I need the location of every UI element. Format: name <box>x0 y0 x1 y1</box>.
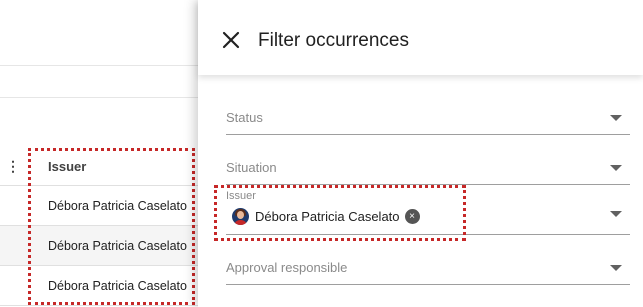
issuer-chip[interactable]: Débora Patricia Caselato × <box>229 205 425 227</box>
column-menu-icon[interactable]: ⋮ <box>6 157 20 175</box>
status-select[interactable]: Status <box>226 95 630 135</box>
issuer-cell: Débora Patricia Caselato <box>48 198 187 213</box>
situation-select[interactable]: Situation <box>226 145 630 185</box>
chip-remove-icon[interactable]: × <box>404 208 420 224</box>
dropdown-arrow-icon <box>610 164 622 171</box>
approval-responsible-select[interactable]: Approval responsible <box>226 245 630 285</box>
issuer-select[interactable]: Issuer Débora Patricia Caselato × <box>226 185 630 235</box>
issuer-cell: Débora Patricia Caselato <box>48 278 187 293</box>
situation-placeholder: Situation <box>226 160 277 175</box>
issuer-column-header[interactable]: Issuer <box>48 147 198 185</box>
issuer-cell: Débora Patricia Caselato <box>48 238 187 253</box>
issuer-chip-label: Débora Patricia Caselato <box>255 208 400 224</box>
avatar <box>232 207 249 225</box>
dropdown-arrow-icon <box>610 211 622 217</box>
close-button[interactable] <box>220 29 242 51</box>
close-icon <box>222 31 240 49</box>
drawer-header: Filter occurrences <box>198 0 643 75</box>
filter-drawer: Filter occurrences Status Situation Issu… <box>198 0 643 307</box>
approval-placeholder: Approval responsible <box>226 260 348 275</box>
issuer-field-label: Issuer <box>226 190 256 202</box>
drawer-title: Filter occurrences <box>258 30 409 51</box>
dropdown-arrow-icon <box>610 264 622 271</box>
status-placeholder: Status <box>226 110 263 125</box>
dropdown-arrow-icon <box>610 114 622 121</box>
